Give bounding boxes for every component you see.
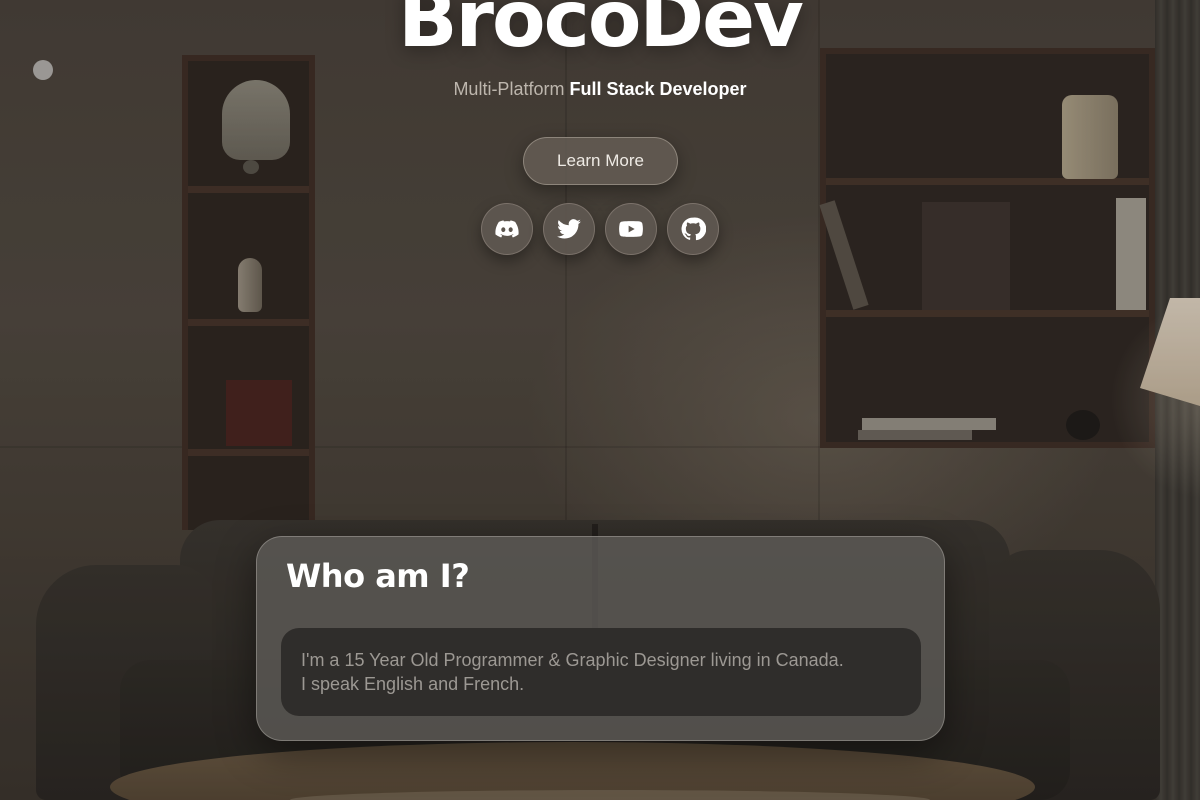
tagline-prefix: Multi-Platform bbox=[453, 79, 565, 99]
learn-more-button[interactable]: Learn More bbox=[523, 137, 678, 185]
social-links bbox=[481, 203, 721, 255]
twitter-icon bbox=[557, 219, 581, 239]
about-title: Who am I? bbox=[286, 557, 470, 595]
discord-icon bbox=[495, 220, 519, 238]
about-line: I speak English and French. bbox=[301, 674, 525, 694]
youtube-icon bbox=[619, 221, 643, 237]
about-card: Who am I? I'm a 15 Year Old Programmer &… bbox=[256, 536, 945, 741]
brand-title: BrocoDev bbox=[398, 0, 804, 65]
github-icon bbox=[681, 217, 706, 241]
youtube-button[interactable] bbox=[605, 203, 657, 255]
tagline-emphasis: Full Stack Developer bbox=[569, 79, 747, 99]
about-description: I'm a 15 Year Old Programmer & Graphic D… bbox=[281, 628, 921, 716]
about-line: I'm a 15 Year Old Programmer & Graphic D… bbox=[301, 650, 844, 670]
twitter-button[interactable] bbox=[543, 203, 595, 255]
discord-button[interactable] bbox=[481, 203, 533, 255]
github-button[interactable] bbox=[667, 203, 719, 255]
tagline: Multi-Platform Full Stack Developer bbox=[0, 78, 1200, 100]
